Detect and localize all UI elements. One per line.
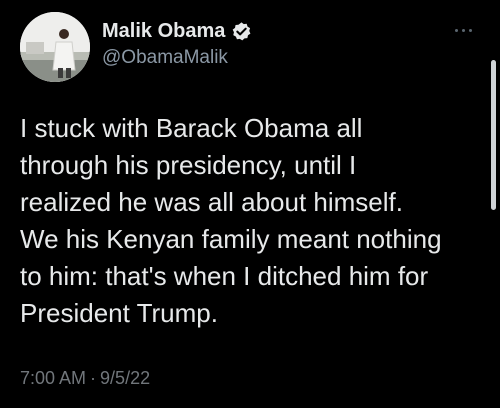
more-dot: [462, 28, 465, 32]
author-name-row[interactable]: Malik Obama: [102, 20, 252, 43]
avatar[interactable]: [20, 12, 90, 82]
meta-separator: ·: [90, 368, 97, 388]
verified-badge-icon: [231, 21, 252, 42]
tweet-time[interactable]: 7:00 AM: [20, 368, 86, 389]
tweet-text: I stuck with Barack Obama all through hi…: [20, 113, 442, 328]
more-options-icon[interactable]: [455, 26, 479, 34]
more-dot: [469, 28, 472, 32]
display-name[interactable]: Malik Obama: [102, 20, 225, 43]
avatar-photo: [20, 12, 90, 82]
tweet-meta: 7:00 AM · 9/5/22: [20, 368, 150, 389]
tweet-card: Malik Obama @ObamaMalik I stuck with Bar…: [0, 0, 500, 408]
tweet-date[interactable]: 9/5/22: [100, 368, 150, 389]
author-handle[interactable]: @ObamaMalik: [102, 47, 228, 69]
more-dot: [455, 28, 458, 32]
scrollbar[interactable]: [491, 60, 496, 210]
